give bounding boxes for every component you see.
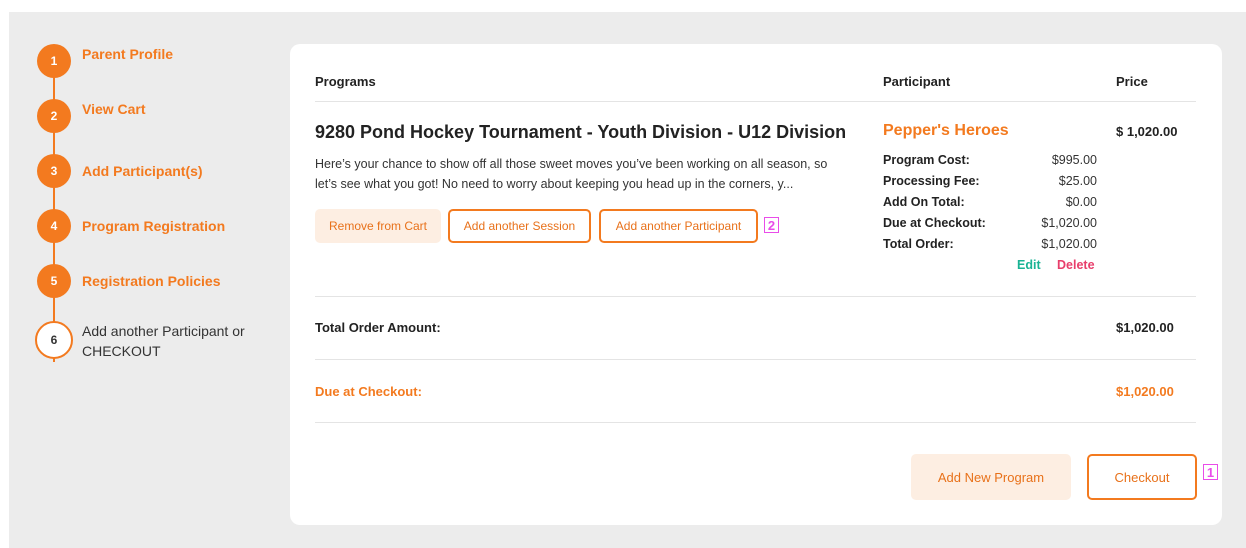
- cost-value: $25.00: [1058, 174, 1097, 188]
- program-price: $ 1,020.00: [1116, 124, 1178, 139]
- cost-row-program-cost: Program Cost: $995.00: [883, 153, 1097, 167]
- cost-row-processing-fee: Processing Fee: $25.00: [883, 174, 1097, 188]
- cost-row-total-order: Total Order: $1,020.00: [883, 237, 1097, 251]
- add-another-session-button[interactable]: Add another Session: [448, 209, 591, 243]
- cost-row-add-on-total: Add On Total: $0.00: [883, 195, 1097, 209]
- cost-value: $0.00: [1065, 195, 1097, 209]
- registration-stepper: 1 Parent Profile 2 View Cart 3 Add Parti…: [35, 44, 277, 374]
- step-checkout[interactable]: 6 Add another Participant or CHECKOUT: [35, 321, 245, 361]
- remove-from-cart-button[interactable]: Remove from Cart: [315, 209, 441, 243]
- total-order-amount-value: $1,020.00: [1116, 320, 1174, 335]
- program-title: 9280 Pond Hockey Tournament - Youth Divi…: [315, 122, 847, 142]
- cost-label: Total Order:: [883, 237, 954, 251]
- step-number: 5: [37, 264, 71, 298]
- step-number: 1: [37, 44, 71, 78]
- add-another-participant-button[interactable]: Add another Participant: [599, 209, 758, 243]
- header-programs: Programs: [315, 74, 376, 89]
- cart-card: Programs Participant Price 9280 Pond Hoc…: [290, 44, 1222, 525]
- step-label-line2: CHECKOUT: [82, 343, 161, 359]
- cost-label: Program Cost:: [883, 153, 970, 167]
- due-at-checkout-value: $1,020.00: [1116, 384, 1174, 399]
- step-label: Parent Profile: [82, 46, 174, 62]
- add-new-program-button[interactable]: Add New Program: [911, 454, 1071, 500]
- step-number: 6: [35, 321, 73, 359]
- cost-label: Add On Total:: [883, 195, 965, 209]
- header-participant: Participant: [883, 74, 951, 89]
- divider: [315, 422, 1196, 423]
- divider: [315, 101, 1196, 102]
- checkout-button[interactable]: Checkout: [1087, 454, 1197, 500]
- step-parent-profile[interactable]: 1 Parent Profile: [37, 44, 173, 78]
- divider: [315, 296, 1196, 297]
- step-number: 3: [37, 154, 71, 188]
- cost-row-due-at-checkout: Due at Checkout: $1,020.00: [883, 216, 1097, 230]
- header-price: Price: [1116, 74, 1148, 89]
- annotation-badge-1: 1: [1203, 464, 1218, 480]
- total-order-amount-label: Total Order Amount:: [315, 320, 441, 335]
- step-view-cart[interactable]: 2 View Cart: [37, 99, 146, 133]
- participant-name: Pepper's Heroes: [883, 122, 1009, 139]
- step-number: 4: [37, 209, 71, 243]
- step-label: Program Registration: [82, 218, 226, 234]
- program-description: Here’s your chance to show off all those…: [315, 154, 865, 194]
- step-registration-policies[interactable]: 5 Registration Policies: [37, 264, 220, 298]
- step-label: View Cart: [82, 101, 146, 117]
- step-add-participants[interactable]: 3 Add Participant(s): [37, 154, 203, 188]
- step-label: Add Participant(s): [82, 163, 203, 179]
- description-line: let’s see what you got! No need to worry…: [315, 177, 794, 191]
- description-line: Here’s your chance to show off all those…: [315, 157, 828, 171]
- step-label-line1: Add another Participant or: [82, 323, 245, 339]
- annotation-badge-2: 2: [764, 217, 779, 233]
- edit-link[interactable]: Edit: [1017, 258, 1041, 272]
- step-number: 2: [37, 99, 71, 133]
- cost-value: $1,020.00: [1041, 216, 1097, 230]
- due-at-checkout-label: Due at Checkout:: [315, 384, 422, 399]
- step-program-registration[interactable]: 4 Program Registration: [37, 209, 225, 243]
- step-label: Registration Policies: [82, 273, 221, 289]
- divider: [315, 359, 1196, 360]
- step-label: Add another Participant or CHECKOUT: [82, 321, 245, 361]
- cost-value: $995.00: [1051, 153, 1097, 167]
- cost-value: $1,020.00: [1041, 237, 1097, 251]
- delete-link[interactable]: Delete: [1057, 258, 1095, 272]
- cost-label: Processing Fee:: [883, 174, 980, 188]
- cost-label: Due at Checkout:: [883, 216, 986, 230]
